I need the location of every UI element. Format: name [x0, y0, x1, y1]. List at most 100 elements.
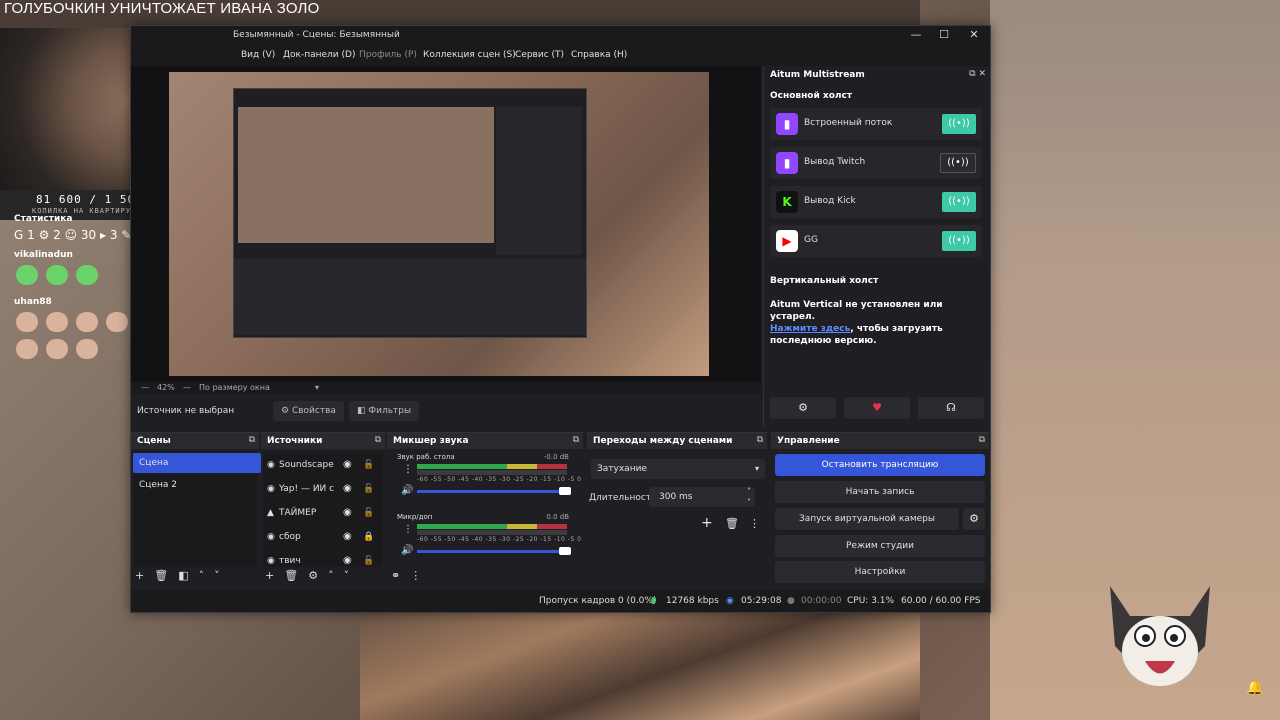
aitum-multistream-dock: Aitum Multistream ⧉ ✕ Основной холст ▮ Вс… [763, 66, 990, 426]
chevron-down-icon[interactable]: ▾ [315, 383, 319, 392]
spin-down-icon[interactable]: ˅ [747, 498, 751, 507]
undock-icon[interactable]: ⧉ [573, 435, 579, 445]
eye-icon[interactable]: ◉ [343, 503, 352, 523]
stop-stream-button[interactable]: Остановить трансляцию [775, 454, 985, 476]
menu-view[interactable]: Вид (V) [241, 50, 275, 60]
menu-help[interactable]: Справка (H) [571, 50, 627, 60]
level-meter [417, 530, 567, 535]
add-icon[interactable]: + [265, 569, 274, 582]
lock-icon[interactable]: 🔓 [363, 503, 374, 523]
chevron-up-icon[interactable]: ˄ [328, 569, 334, 582]
minimize-button[interactable]: — [904, 28, 928, 44]
duration-value: 300 ms [659, 492, 693, 502]
close-button[interactable]: ✕ [962, 28, 986, 44]
undock-icon[interactable]: ⧉ [249, 435, 255, 445]
zoom-minus-icon[interactable]: — [141, 383, 149, 392]
undock-icon[interactable]: ⧉ [375, 435, 381, 445]
stream-output-label: GG [804, 235, 818, 245]
eye-icon[interactable]: ◉ [343, 551, 352, 571]
add-icon[interactable]: + [135, 569, 144, 582]
menu-docks[interactable]: Док-панели (D) [283, 50, 355, 60]
add-icon[interactable]: + [701, 515, 713, 531]
broadcast-toggle-button[interactable]: ((•)) [940, 153, 976, 173]
transition-select[interactable]: Затухание ▾ [591, 459, 765, 479]
stream-output-row: ▮ Встроенный поток ((•)) [770, 108, 982, 140]
emote [76, 312, 98, 332]
window-title: Безымянный - Сцены: Безымянный [233, 30, 400, 40]
more-icon[interactable]: ⋮ [410, 569, 421, 582]
chevron-up-icon[interactable]: ˄ [199, 569, 205, 582]
speaker-icon[interactable]: 🔊 [401, 485, 413, 496]
gear-icon[interactable]: ⚙ [308, 569, 318, 582]
sources-list: ◉ Soundscape ◉ 🔓 ◉ Yap! — ИИ с ◉ 🔓 ▲ ТАЙМЕР ◉ 🔓 ◉ сбо… [263, 451, 383, 567]
properties-bar: Источник не выбран ⚙ Свойства ◧ Фильтры [131, 396, 761, 426]
lock-icon[interactable]: 🔓 [363, 479, 374, 499]
dock-controls[interactable]: ⧉ ✕ [969, 69, 986, 79]
scenes-header: Сцены ⧉ [131, 433, 259, 449]
volume-slider[interactable] [417, 490, 565, 493]
stream-headline-bar: ГОЛУБОЧКИН УНИЧТОЖАЕТ ИВАНА ЗОЛО [0, 0, 920, 28]
broadcast-toggle-button[interactable]: ((•)) [942, 231, 976, 251]
lock-icon[interactable]: 🔓 [363, 551, 374, 571]
chevron-down-icon[interactable]: ˅ [344, 569, 350, 582]
volume-knob[interactable] [559, 547, 571, 555]
source-item[interactable]: ◉ Yap! — ИИ с ◉ 🔓 [267, 479, 379, 499]
source-item[interactable]: ◉ твич ◉ 🔓 [267, 551, 379, 571]
source-item[interactable]: ◉ сбор ◉ 🔒 [267, 527, 379, 547]
program-preview[interactable] [169, 72, 709, 376]
start-record-button[interactable]: Начать запись [775, 481, 985, 503]
trash-icon[interactable]: 🗑 [725, 517, 739, 530]
lock-icon[interactable]: 🔒 [363, 527, 374, 547]
scenes-title: Сцены [137, 436, 171, 446]
menu-profile[interactable]: Профиль (P) [359, 50, 417, 60]
lock-icon[interactable]: 🔓 [363, 455, 374, 475]
scene-item[interactable]: Сцена [133, 453, 261, 473]
studio-mode-button[interactable]: Режим студии [775, 535, 985, 557]
menu-tools[interactable]: Сервис (T) [515, 50, 564, 60]
trash-icon[interactable]: 🗑 [284, 569, 298, 582]
more-icon[interactable]: ⋮ [403, 524, 413, 535]
speaker-icon[interactable]: 🔊 [401, 545, 413, 556]
eye-icon[interactable]: ◉ [343, 455, 352, 475]
virtual-camera-button[interactable]: Запуск виртуальной камеры [775, 508, 959, 530]
scene-item[interactable]: Сцена 2 [133, 475, 261, 495]
sources-toolbar: + 🗑 ⚙ ˄ ˅ [265, 569, 359, 587]
volume-slider[interactable] [417, 550, 565, 553]
mixer-header: Микшер звука ⧉ [387, 433, 583, 449]
source-item[interactable]: ◉ Soundscape ◉ 🔓 [267, 455, 379, 475]
eye-icon[interactable]: ◉ [343, 527, 352, 547]
zoom-fit-select[interactable]: По размеру окна [199, 383, 270, 392]
maximize-button[interactable]: ☐ [932, 28, 956, 44]
undock-icon[interactable]: ⧉ [979, 435, 985, 445]
download-link[interactable]: Нажмите здесь [770, 324, 850, 334]
link-icon[interactable]: ⚭ [391, 569, 400, 582]
vertical-message: Aitum Vertical не установлен или устарел… [770, 299, 982, 347]
more-icon[interactable]: ⋮ [749, 517, 760, 530]
duration-field[interactable]: 300 ms [649, 487, 755, 507]
more-icon[interactable]: ⋮ [403, 464, 413, 475]
emote [46, 312, 68, 332]
settings-button[interactable]: Настройки [775, 561, 985, 583]
properties-button[interactable]: ⚙ Свойства [273, 401, 344, 421]
undock-icon[interactable]: ⧉ [757, 435, 763, 445]
globe-icon: ◉ [267, 484, 275, 494]
sources-header: Источники ⧉ [261, 433, 385, 449]
discord-button[interactable]: ☊ [918, 397, 984, 419]
filter-icon[interactable]: ◧ [178, 569, 188, 582]
broadcast-toggle-button[interactable]: ((•)) [942, 192, 976, 212]
source-item[interactable]: ▲ ТАЙМЕР ◉ 🔓 [267, 503, 379, 523]
heart-button[interactable]: ♥ [844, 397, 910, 419]
volume-knob[interactable] [559, 487, 571, 495]
zoom-level: 42% [157, 383, 175, 392]
emote [76, 265, 98, 285]
menu-scene-collection[interactable]: Коллекция сцен (S) [423, 50, 516, 60]
zoom-plus-icon[interactable]: — [183, 383, 191, 392]
settings-gear-button[interactable]: ⚙ [770, 397, 836, 419]
filters-button[interactable]: ◧ Фильтры [349, 401, 420, 421]
eye-icon[interactable]: ◉ [343, 479, 352, 499]
trash-icon[interactable]: 🗑 [154, 569, 168, 582]
chevron-down-icon[interactable]: ˅ [214, 569, 220, 582]
spin-up-icon[interactable]: ˄ [747, 487, 751, 496]
gear-icon[interactable]: ⚙ [963, 508, 985, 530]
broadcast-toggle-button[interactable]: ((•)) [942, 114, 976, 134]
